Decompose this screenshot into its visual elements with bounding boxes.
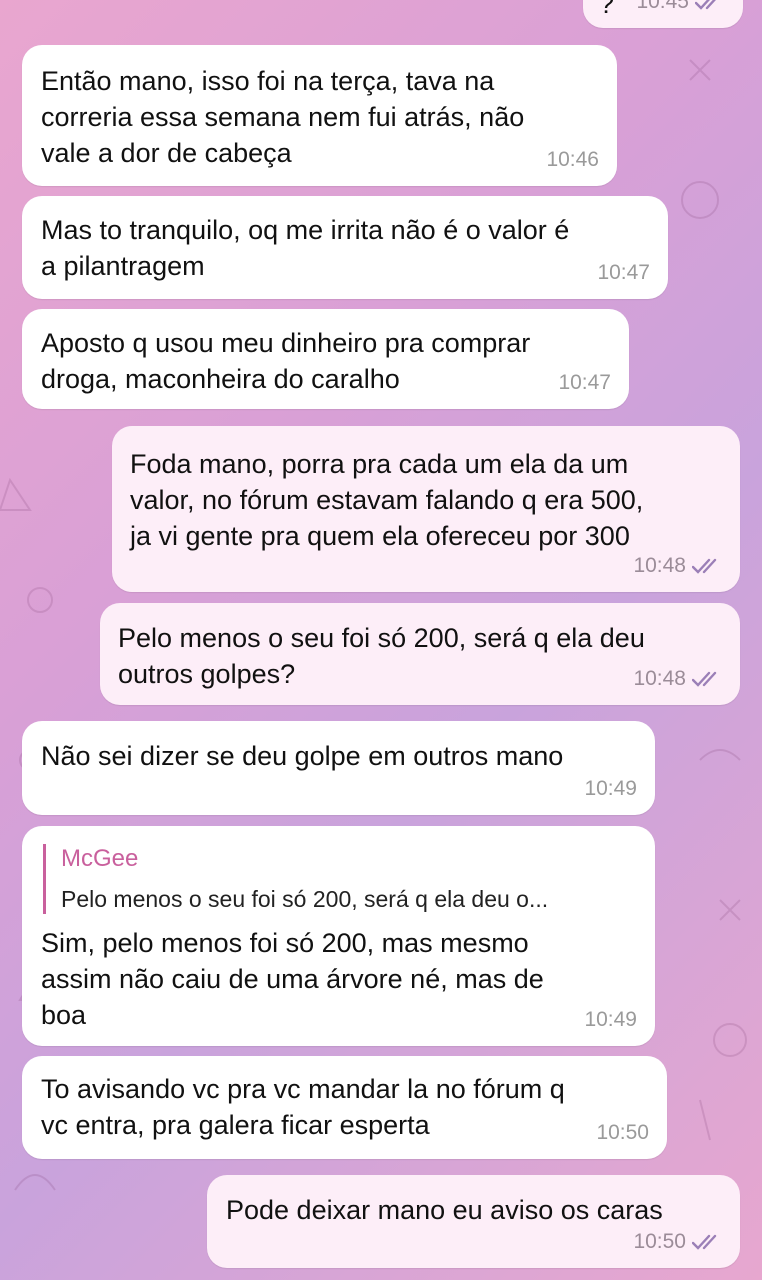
reply-quoted-text: Pelo menos o seu foi só 200, será q ela … xyxy=(61,886,549,912)
reply-preview[interactable]: McGee Pelo menos o seu foi só 200, será … xyxy=(43,844,646,914)
message-time: 10:48 xyxy=(633,667,686,690)
message-time: 10:45 xyxy=(636,0,689,13)
message-time: 10:47 xyxy=(597,261,650,284)
double-check-icon xyxy=(695,0,716,10)
message-bubble-incoming[interactable]: Aposto q usou meu dinheiro pra comprar d… xyxy=(22,309,629,409)
message-bubble-incoming[interactable]: McGee Pelo menos o seu foi só 200, será … xyxy=(22,826,655,1046)
message-text: To avisando vc pra vc mandar la no fórum… xyxy=(41,1074,565,1140)
message-bubble-incoming[interactable]: Não sei dizer se deu golpe em outros man… xyxy=(22,721,655,815)
message-text: Mas to tranquilo, oq me irrita não é o v… xyxy=(41,215,570,281)
message-meta: 10:50 xyxy=(633,1224,722,1260)
message-bubble-outgoing[interactable]: Pelo menos o seu foi só 200, será q ela … xyxy=(100,603,740,705)
message-text: ? xyxy=(599,0,615,19)
double-check-icon xyxy=(692,1234,717,1250)
double-check-icon xyxy=(692,671,717,687)
message-text: Foda mano, porra pra cada um ela da um v… xyxy=(130,449,644,551)
double-check-icon xyxy=(692,558,717,574)
message-time: 10:46 xyxy=(546,148,599,171)
message-meta: 10:49 xyxy=(584,1002,637,1038)
message-bubble-incoming[interactable]: To avisando vc pra vc mandar la no fórum… xyxy=(22,1056,667,1159)
reply-sender-name: McGee xyxy=(61,845,139,872)
message-meta: 10:45 xyxy=(636,0,725,20)
message-time: 10:49 xyxy=(584,1008,637,1031)
message-text: Não sei dizer se deu golpe em outros man… xyxy=(41,741,564,771)
message-meta: 10:48 xyxy=(633,661,722,697)
message-meta: 10:48 xyxy=(633,548,722,584)
message-bubble-outgoing[interactable]: ? 10:45 xyxy=(583,0,743,28)
message-bubble-outgoing[interactable]: Pode deixar mano eu aviso os caras 10:50 xyxy=(207,1175,740,1268)
message-bubble-incoming[interactable]: Mas to tranquilo, oq me irrita não é o v… xyxy=(22,196,668,299)
message-meta: 10:47 xyxy=(597,255,650,291)
message-text: Aposto q usou meu dinheiro pra comprar d… xyxy=(41,328,531,394)
message-time: 10:50 xyxy=(633,1230,686,1253)
message-meta: 10:47 xyxy=(558,365,611,401)
message-bubble-incoming[interactable]: Então mano, isso foi na terça, tava na c… xyxy=(22,45,617,186)
message-meta: 10:46 xyxy=(546,142,599,178)
message-text: Pode deixar mano eu aviso os caras xyxy=(226,1195,663,1225)
message-time: 10:48 xyxy=(633,554,686,577)
message-time: 10:49 xyxy=(584,777,637,800)
message-text: Pelo menos o seu foi só 200, será q ela … xyxy=(118,623,645,689)
message-time: 10:50 xyxy=(596,1121,649,1144)
message-bubble-outgoing[interactable]: Foda mano, porra pra cada um ela da um v… xyxy=(112,426,740,592)
message-meta: 10:49 xyxy=(584,771,637,807)
message-text: Então mano, isso foi na terça, tava na c… xyxy=(41,66,525,168)
message-text: Sim, pelo menos foi só 200, mas mesmo as… xyxy=(41,928,544,1030)
message-meta: 10:50 xyxy=(596,1115,649,1151)
message-time: 10:47 xyxy=(558,371,611,394)
